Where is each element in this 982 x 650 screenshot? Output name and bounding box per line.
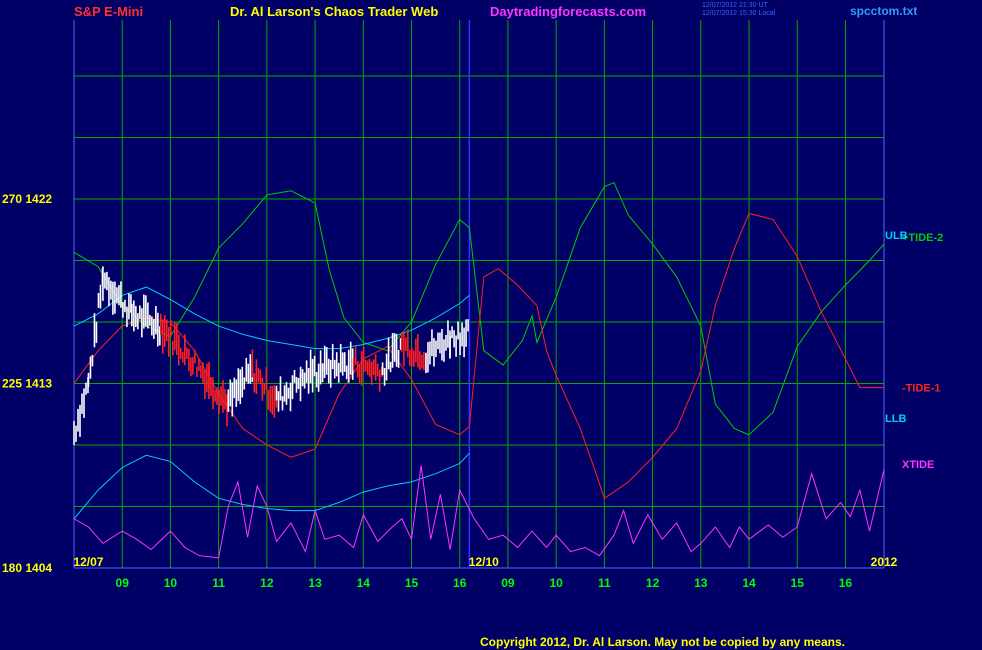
series-xtide: [73, 465, 885, 559]
series-llb: [73, 452, 470, 520]
x-tick-label: 12: [646, 576, 660, 590]
chart-series: [73, 181, 885, 559]
series-label-llb: LLB: [885, 413, 906, 425]
x-tick-label: 16: [839, 576, 853, 590]
series-label-tide-1: -TIDE-1: [902, 383, 941, 395]
price-bars: [73, 266, 469, 445]
x-tick-label: 13: [308, 576, 322, 590]
x-tick-label: 09: [501, 576, 515, 590]
x-tick-label: 12: [260, 576, 274, 590]
x-tick-label: 13: [694, 576, 708, 590]
date-label: 12/07: [73, 555, 103, 569]
series-label-xtide: XTIDE: [902, 459, 934, 471]
series-tide-2: [73, 181, 885, 436]
series-label-ulb: ULB: [885, 230, 908, 242]
date-label: 12/10: [469, 555, 499, 569]
x-tick-label: 14: [357, 576, 371, 590]
x-tick-label: 16: [453, 576, 467, 590]
x-tick-label: 11: [212, 576, 225, 590]
copyright-footer: Copyright 2012, Dr. Al Larson. May not b…: [480, 635, 845, 649]
x-tick-label: 15: [405, 576, 419, 590]
series-label-tide-2: +TIDE-2: [902, 232, 943, 244]
date-label: 2012: [871, 555, 898, 569]
x-tick-label: 10: [164, 576, 178, 590]
y-tick-label: 270 1422: [2, 192, 52, 206]
x-tick-label: 14: [742, 576, 756, 590]
chaos-chart: 270 1422 225 1413 180 1404 09 10 11 12 13 14 15 16…: [2, 20, 943, 590]
x-tick-label: 10: [549, 576, 563, 590]
x-tick-label: 11: [598, 576, 611, 590]
chart-grid: [73, 20, 885, 569]
y-tick-label: 225 1413: [2, 377, 52, 391]
x-tick-label: 15: [791, 576, 805, 590]
y-tick-label: 180 1404: [2, 561, 52, 575]
x-tick-label: 09: [116, 576, 130, 590]
